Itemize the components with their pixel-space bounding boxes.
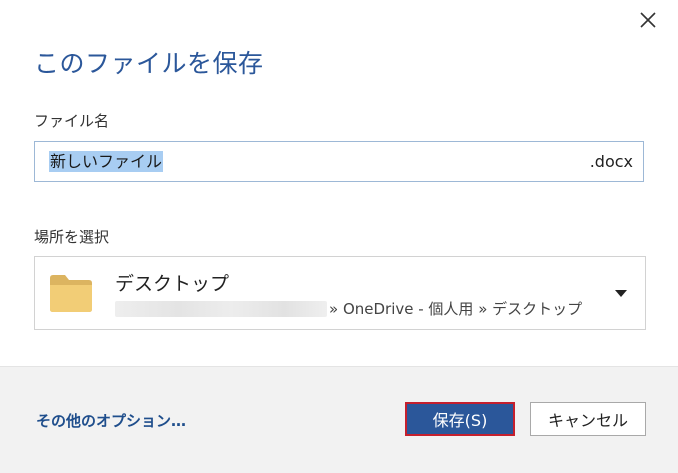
filename-field[interactable]: 新しいファイル .docx xyxy=(34,141,644,182)
dialog-footer: その他のオプション… 保存(S) キャンセル xyxy=(0,366,678,473)
dialog-title: このファイルを保存 xyxy=(34,49,264,78)
location-picker[interactable]: デスクトップ » OneDrive - 個人用 » デスクトップ xyxy=(34,256,646,330)
cancel-button[interactable]: キャンセル xyxy=(530,402,646,436)
file-extension: .docx xyxy=(589,152,633,171)
close-icon[interactable] xyxy=(640,12,656,28)
close-button[interactable] xyxy=(632,5,664,35)
location-label: 場所を選択 xyxy=(34,228,110,246)
filename-input-value[interactable]: 新しいファイル xyxy=(49,151,164,172)
more-options-link[interactable]: その他のオプション… xyxy=(36,410,186,431)
location-name: デスクトップ xyxy=(115,273,230,295)
location-path-text: » OneDrive - 個人用 » デスクトップ xyxy=(329,300,583,318)
save-dialog: このファイルを保存 ファイル名 新しいファイル .docx 場所を選択 デスクト… xyxy=(0,0,678,473)
folder-icon xyxy=(50,275,92,312)
location-path: » OneDrive - 個人用 » デスクトップ xyxy=(115,298,582,319)
save-button[interactable]: 保存(S) xyxy=(405,402,515,436)
filename-label: ファイル名 xyxy=(34,112,110,130)
redacted-path-segment xyxy=(115,300,327,317)
caret-down-icon[interactable] xyxy=(614,288,628,298)
